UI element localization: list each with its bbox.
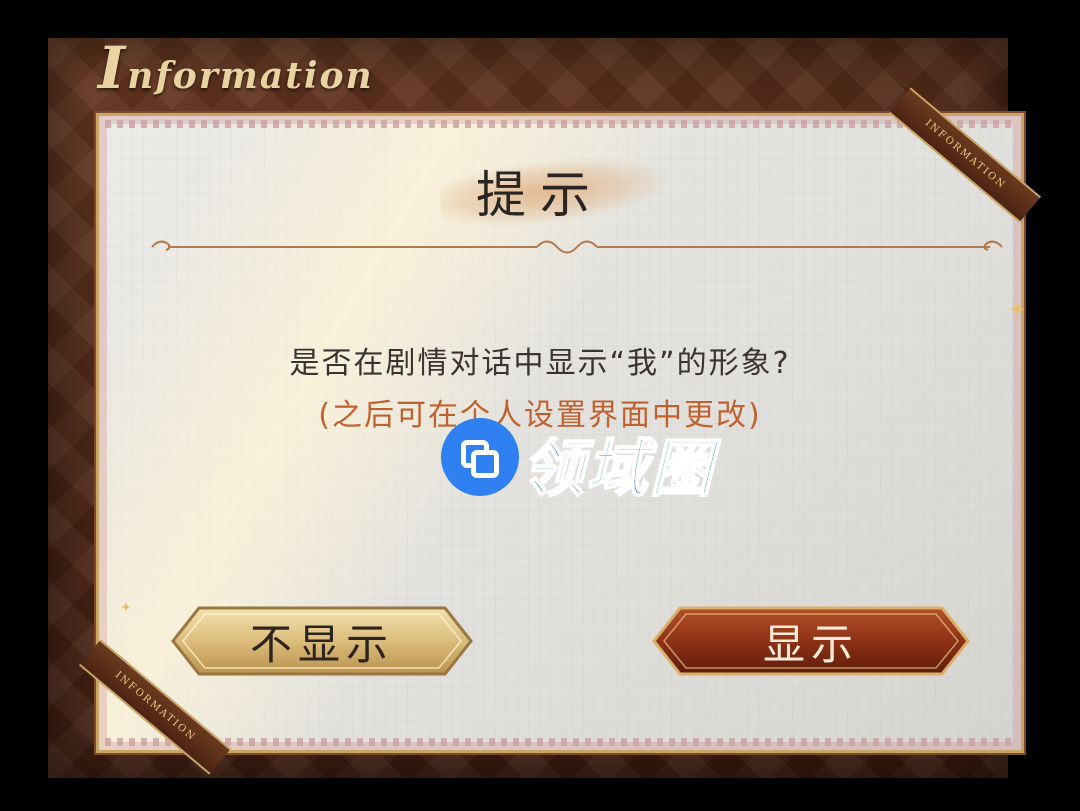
hide-button-label: 不显示 <box>249 619 394 669</box>
question-text: 是否在剧情对话中显示“我”的形象? <box>289 346 791 381</box>
hide-button[interactable]: 不显示 <box>171 606 473 676</box>
frame-title: Information <box>98 34 374 102</box>
sparkle-icon: ✦ <box>1008 298 1027 323</box>
sparkle-icon: ✦ <box>120 600 132 616</box>
watermark-logo-icon <box>441 418 519 496</box>
watermark-text: 领域圈 <box>521 431 715 506</box>
show-button-label: 显示 <box>762 619 859 669</box>
title-divider-ornament <box>151 240 1003 254</box>
dialog-title: 提示 <box>476 166 604 224</box>
show-button[interactable]: 显示 <box>652 606 970 676</box>
